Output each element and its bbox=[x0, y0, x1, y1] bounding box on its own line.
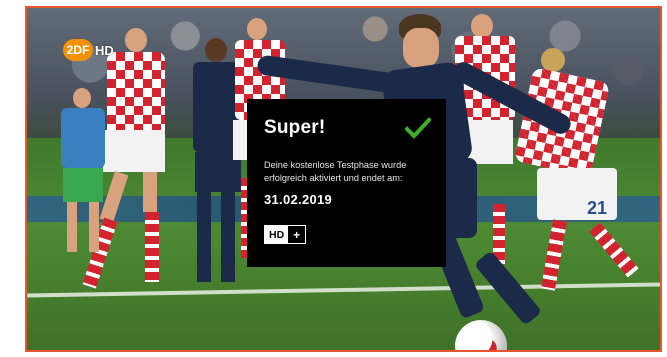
hd-plus-plus-label: + bbox=[288, 226, 306, 243]
check-icon bbox=[405, 117, 431, 139]
trial-end-date: 31.02.2019 bbox=[264, 192, 333, 207]
hd-label: HD bbox=[95, 42, 114, 58]
zdf-logo-badge: 2DF bbox=[63, 39, 93, 61]
channel-logo: 2DF HD bbox=[63, 38, 114, 62]
dialog-message: Deine kostenlose Testphase wurde erfolgr… bbox=[264, 160, 407, 183]
activation-success-dialog: Super! Deine kostenlose Testphase wurde … bbox=[247, 99, 446, 267]
hd-plus-hd-label: HD bbox=[265, 226, 289, 243]
dialog-title: Super! bbox=[264, 117, 326, 138]
dialog-header: Super! bbox=[264, 116, 431, 140]
hd-plus-logo: HD + bbox=[264, 225, 307, 244]
player-croatia-left bbox=[82, 28, 167, 318]
player-goalkeeper bbox=[57, 88, 107, 258]
